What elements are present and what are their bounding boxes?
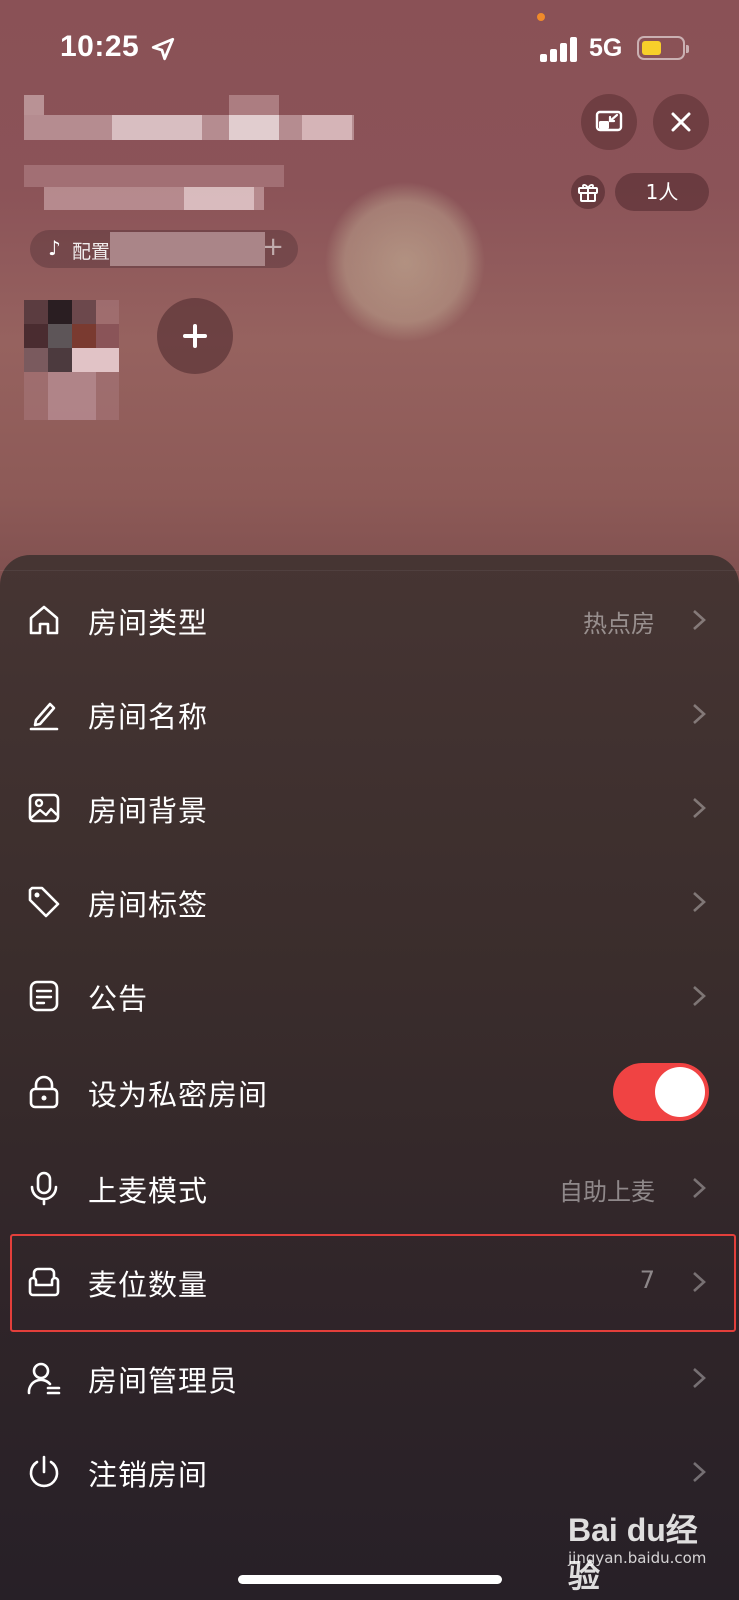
chevron-right-icon: [693, 610, 706, 630]
status-time: 10:25: [60, 30, 140, 63]
tag-icon: [28, 886, 60, 918]
host-avatar-redacted[interactable]: [24, 300, 119, 420]
menu-label: 上麦模式: [88, 1174, 209, 1208]
baidu-watermark: Bai du经验 jingyan.baidu.com: [568, 1505, 728, 1594]
sheet-divider: [0, 570, 739, 571]
add-seat-button[interactable]: [157, 298, 233, 374]
menu-label: 注销房间: [88, 1458, 209, 1492]
menu-label: 房间管理员: [88, 1364, 239, 1398]
home-icon: [29, 605, 59, 635]
chevron-right-icon: [693, 1462, 706, 1482]
admin-icon: [27, 1362, 61, 1395]
chevron-right-icon: [693, 1178, 706, 1198]
close-button[interactable]: [653, 94, 709, 150]
menu-item-announcement[interactable]: 公告: [0, 948, 739, 1042]
menu-item-room-type[interactable]: 房间类型 热点房: [0, 572, 739, 666]
private-room-toggle[interactable]: [613, 1063, 709, 1121]
location-arrow-icon: [151, 37, 175, 61]
room-title-redacted: [24, 95, 354, 140]
highlight-box: [10, 1234, 736, 1332]
mic-icon: [30, 1171, 58, 1206]
menu-item-room-tags[interactable]: 房间标签: [0, 854, 739, 948]
chevron-right-icon: [693, 986, 706, 1006]
chevron-right-icon: [693, 704, 706, 724]
music-note-icon: ♪: [48, 236, 61, 260]
music-label: 配置: [72, 241, 111, 263]
menu-value: 热点房: [583, 610, 655, 638]
network-type: 5G: [589, 34, 623, 62]
menu-label: 公告: [88, 982, 149, 1016]
menu-item-close-room[interactable]: 注销房间: [0, 1424, 739, 1518]
menu-item-room-admin[interactable]: 房间管理员: [0, 1330, 739, 1424]
notice-icon: [29, 980, 59, 1012]
close-icon: [671, 112, 691, 132]
privacy-indicator-dot: [537, 13, 545, 21]
menu-item-room-background[interactable]: 房间背景: [0, 760, 739, 854]
menu-value: 自助上麦: [559, 1178, 655, 1206]
power-icon: [29, 1455, 59, 1488]
room-id-redacted: [24, 165, 284, 210]
chevron-right-icon: [693, 892, 706, 912]
menu-item-mic-mode[interactable]: 上麦模式 自助上麦: [0, 1140, 739, 1234]
menu-label: 房间标签: [88, 888, 209, 922]
menu-label: 设为私密房间: [88, 1078, 269, 1112]
lock-icon: [29, 1075, 59, 1109]
add-music-icon[interactable]: +: [262, 232, 284, 262]
music-pill[interactable]: ♪ 配置 +: [30, 230, 298, 268]
menu-item-room-name[interactable]: 房间名称: [0, 666, 739, 760]
menu-label: 房间类型: [88, 606, 209, 640]
menu-label: 房间名称: [88, 700, 209, 734]
gift-icon: [578, 184, 598, 202]
toggle-knob: [655, 1067, 705, 1117]
chevron-right-icon: [693, 798, 706, 818]
pencil-icon: [29, 702, 59, 731]
signal-icon: [540, 36, 580, 62]
minimize-window-icon: [595, 110, 623, 132]
minimize-button[interactable]: [581, 94, 637, 150]
home-indicator[interactable]: [238, 1575, 502, 1584]
menu-label: 房间背景: [88, 794, 209, 828]
image-icon: [28, 793, 60, 823]
gift-button[interactable]: [571, 175, 605, 209]
status-bar: 10:25 5G: [0, 0, 739, 100]
battery-icon: [637, 36, 689, 60]
watermark-url: jingyan.baidu.com: [568, 1549, 707, 1567]
music-text-redacted: [110, 232, 265, 266]
online-count[interactable]: 1人: [615, 173, 709, 211]
chevron-right-icon: [693, 1368, 706, 1388]
